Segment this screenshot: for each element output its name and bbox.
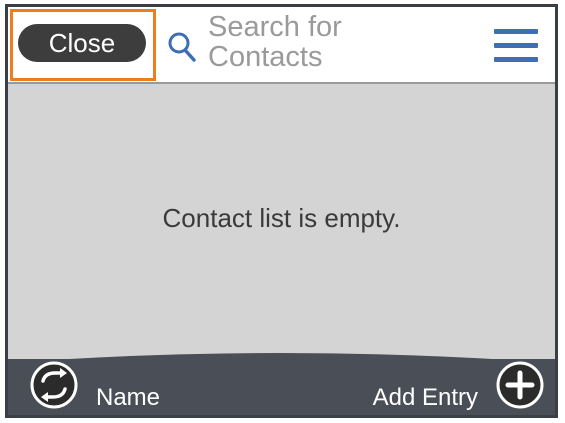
search-icon [168,32,196,62]
plus-icon [496,361,544,409]
search-contacts-field[interactable]: Search for Contacts [165,9,415,81]
close-button[interactable]: Close [18,24,146,62]
menu-button[interactable] [494,28,538,64]
contact-list-area: Contact list is empty. [8,84,555,359]
sort-toggle-button[interactable] [30,361,78,409]
add-entry-label[interactable]: Add Entry [373,384,478,412]
search-placeholder: Search for Contacts [208,11,342,73]
empty-list-message: Contact list is empty. [162,203,401,233]
printer-panel: Close Search for Contacts Contact list i… [0,0,565,423]
sort-by-name-label[interactable]: Name [96,384,160,412]
add-entry-button[interactable] [496,361,544,409]
contacts-screen: Close Search for Contacts Contact list i… [5,4,558,418]
sort-toggle-icon [30,361,78,409]
header-bar: Close Search for Contacts [8,7,555,84]
